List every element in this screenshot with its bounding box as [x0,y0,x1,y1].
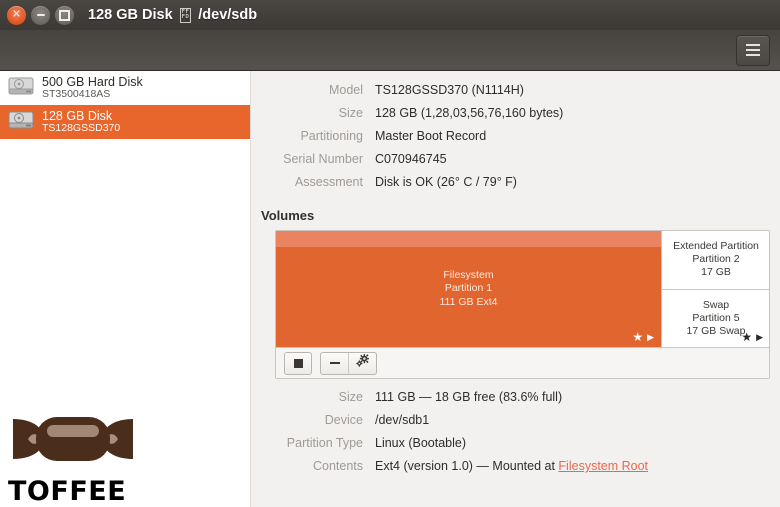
volume-action-group [320,351,377,375]
close-icon: ✕ [11,8,22,20]
volume-label-line1: Filesystem [443,269,494,282]
volume-label-line2: Partition 2 [692,253,740,266]
detail-row-size: Size 128 GB (1,28,03,56,76,160 bytes) [251,106,780,129]
volumes-bar: Filesystem Partition 1 111 GB Ext4 ★ ▶ E… [276,231,769,347]
delete-partition-button[interactable] [321,353,348,374]
detail-row-volume-size: Size 111 GB — 18 GB free (83.6% full) [251,390,780,413]
volume-label-line2: Partition 1 [444,282,493,295]
minimize-button[interactable] [31,5,50,25]
stop-button[interactable] [284,351,312,375]
sidebar-item-disk-0-meta: 500 GB Hard Disk ST3500418AS [42,74,143,101]
window-body: 500 GB Hard Disk ST3500418AS 128 GB Disk [0,71,780,507]
volume-label-line1: Extended Partition [673,240,759,253]
detail-label: Partition Type [286,436,363,450]
detail-label: Partitioning [300,129,363,143]
more-actions-button[interactable] [348,352,376,374]
detail-row-assessment: Assessment Disk is OK (26° C / 79° F) [251,175,780,198]
sidebar-item-disk-1[interactable]: 128 GB Disk TS128GSSD370 [0,105,250,139]
detail-label: Size [338,106,363,120]
detail-value: 128 GB (1,28,03,56,76,160 bytes) [375,106,564,120]
volume-label-line3: 17 GB [701,266,731,279]
detail-label: Model [328,83,363,97]
detail-label: Size [338,390,363,404]
volume-label-line2: Partition 5 [692,311,740,324]
volumes-section-title: Volumes [261,208,315,223]
detail-label: Contents [312,459,363,473]
hard-disk-icon [8,109,34,136]
minimize-icon [36,14,45,16]
detail-value: C070946745 [375,152,447,166]
volume-partition-5-text: Swap Partition 5 17 GB Swap [687,299,746,338]
detail-label: Assessment [294,175,363,189]
maximize-button[interactable] [55,5,74,25]
devices-sidebar: 500 GB Hard Disk ST3500418AS 128 GB Disk [0,71,251,507]
sidebar-item-disk-1-meta: 128 GB Disk TS128GSSD370 [42,108,121,135]
detail-value: Linux (Bootable) [375,436,467,450]
window-title-disk: 128 GB Disk [88,7,173,23]
window-title: 128 GB Disk FF FD /dev/sdb [88,7,257,23]
gear-icon [355,353,370,373]
volume-label-line1: Swap [702,298,730,311]
missing-glyph-icon: FF FD [179,7,192,23]
title-bar: ✕ 128 GB Disk FF FD /dev/sdb [0,0,780,30]
detail-value: 111 GB — 18 GB free (83.6% full) [375,390,563,404]
disks-window: ✕ 128 GB Disk FF FD /dev/sdb 500 GB Hard… [0,0,780,507]
disk-details-pane: Model TS128GSSD370 (N1114H) Size 128 GB … [251,71,780,507]
detail-label: Device [324,413,363,427]
app-toolbar [0,30,780,71]
volume-label-line3: 111 GB Ext4 [439,295,498,308]
detail-value: Disk is OK (26° C / 79° F) [375,175,517,189]
detail-label: Serial Number [283,152,363,166]
volume-partition-1[interactable]: Filesystem Partition 1 111 GB Ext4 ★ ▶ [276,231,661,347]
volume-label-line3: 17 GB Swap [686,324,746,337]
sidebar-item-disk-0[interactable]: 500 GB Hard Disk ST3500418AS [0,71,250,105]
detail-value: /dev/sdb1 [375,413,430,427]
detail-row-partitioning: Partitioning Master Boot Record [251,129,780,152]
detail-row-serial-number: Serial Number C070946745 [251,152,780,175]
triangle-right-icon: ▶ [756,331,763,342]
window-controls: ✕ [0,5,74,25]
detail-row-partition-type: Partition Type Linux (Bootable) [251,436,780,459]
detail-row-contents: Contents Ext4 (version 1.0) — Mounted at… [251,459,780,482]
volume-partition-5[interactable]: Swap Partition 5 17 GB Swap ★ ▶ [662,288,769,347]
disk-model: TS128GSSD370 [42,122,121,135]
stop-icon [293,358,303,368]
volume-partition-1-text: Filesystem Partition 1 111 GB Ext4 [440,269,498,308]
detail-value: Master Boot Record [375,129,487,143]
triangle-right-icon: ▶ [647,331,654,342]
detail-row-device: Device /dev/sdb1 [251,413,780,436]
disk-name: 500 GB Hard Disk [42,74,143,89]
volume-extended-group: Extended Partition Partition 2 17 GB Swa… [661,231,769,347]
contents-text: Ext4 (version 1.0) — Mounted at [375,459,559,473]
close-button[interactable]: ✕ [7,5,26,25]
star-icon: ★ [741,330,753,344]
volume-partition-5-markers: ★ ▶ [741,331,763,343]
detail-value: TS128GSSD370 (N1114H) [375,83,524,97]
volume-partition-1-markers: ★ ▶ [632,331,654,343]
hard-disk-icon [8,75,34,102]
hamburger-menu-icon[interactable] [736,34,770,66]
disk-model: ST3500418AS [42,88,111,101]
star-icon: ★ [632,330,644,344]
volume-toolbar [276,347,769,378]
filesystem-root-link[interactable]: Filesystem Root [558,459,648,473]
volume-partition-2-text: Extended Partition Partition 2 17 GB [673,240,759,279]
detail-value: Ext4 (version 1.0) — Mounted at Filesyst… [375,459,648,473]
volume-partition-2[interactable]: Extended Partition Partition 2 17 GB [662,231,769,289]
window-title-device: /dev/sdb [198,7,258,23]
maximize-icon [59,9,70,21]
volumes-widget: Filesystem Partition 1 111 GB Ext4 ★ ▶ E… [275,230,770,379]
minus-icon [329,362,340,364]
detail-row-model: Model TS128GSSD370 (N1114H) [251,83,780,106]
disk-name: 128 GB Disk [42,108,113,123]
